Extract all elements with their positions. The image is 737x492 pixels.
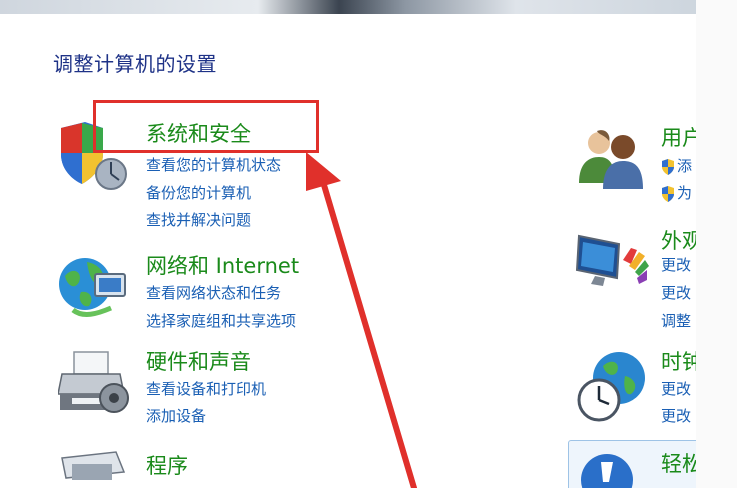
- annotation-arrow: [306, 152, 417, 488]
